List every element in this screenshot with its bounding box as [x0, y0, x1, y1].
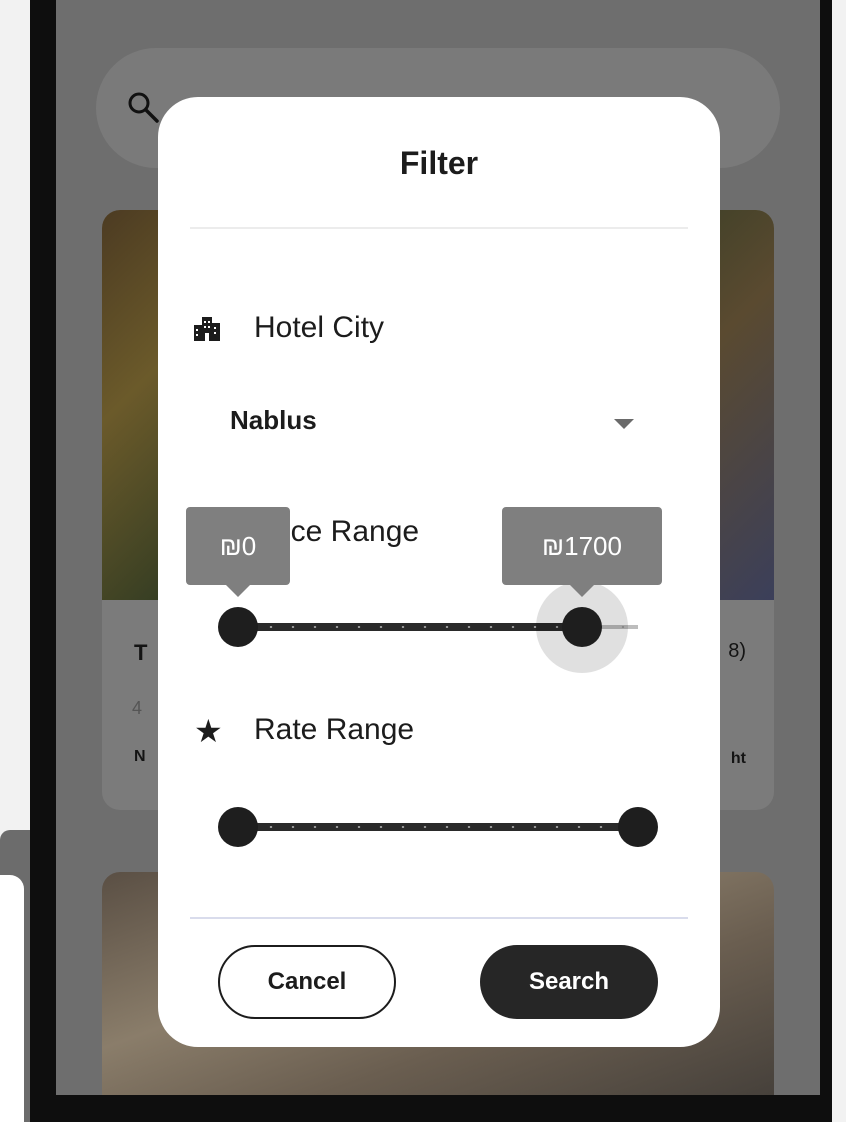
hotel-card-location: N: [134, 748, 146, 765]
search-button[interactable]: Search: [480, 945, 658, 1019]
dropdown-arrow-icon[interactable]: [614, 419, 634, 429]
city-dropdown[interactable]: Nablus: [230, 405, 317, 436]
divider: [190, 227, 688, 229]
background-left-panel-sheet: [0, 875, 24, 1122]
filter-dialog: Filter Hotel City Nablus Price Range ₪0 …: [158, 97, 720, 1047]
hotel-card-title: T: [134, 640, 148, 665]
price-max-thumb[interactable]: [562, 607, 602, 647]
hotel-city-label: Hotel City: [254, 311, 385, 344]
cancel-button[interactable]: Cancel: [218, 945, 396, 1019]
price-min-thumb[interactable]: [218, 607, 258, 647]
hotel-card-subtitle: 4: [132, 698, 143, 718]
price-min-tooltip: ₪0: [186, 507, 290, 597]
rate-range-label: Rate Range: [254, 713, 415, 746]
divider: [190, 917, 688, 919]
rate-min-thumb[interactable]: [218, 807, 258, 847]
hotel-card-price: ht: [730, 750, 746, 767]
search-icon: [128, 92, 159, 123]
price-max-tooltip: ₪1700: [502, 507, 662, 597]
dialog-title: Filter: [399, 145, 479, 181]
rate-max-thumb[interactable]: [618, 807, 658, 847]
slider-tick-marks: [238, 826, 638, 828]
hotel-card-reviews: 8): [728, 640, 746, 662]
star-icon: ★: [194, 713, 223, 749]
city-buildings-icon: [194, 317, 220, 341]
